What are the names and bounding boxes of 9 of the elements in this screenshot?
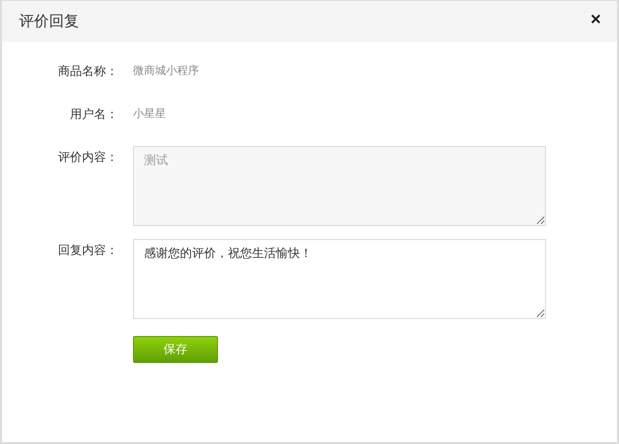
text-area[interactable]: 感谢您的评价，祝您生活愉快！ bbox=[133, 239, 546, 319]
dialog-title: 评价回复 bbox=[19, 12, 79, 31]
field-value: 小星星 bbox=[133, 106, 166, 122]
field-label: 商品名称： bbox=[57, 63, 118, 80]
close-button[interactable]: × bbox=[586, 10, 605, 28]
field-label: 用户名： bbox=[69, 106, 118, 123]
field-label: 评价内容： bbox=[57, 149, 118, 166]
field-value: 微商城小程序 bbox=[133, 63, 199, 79]
field-label: 回复内容： bbox=[57, 242, 118, 259]
